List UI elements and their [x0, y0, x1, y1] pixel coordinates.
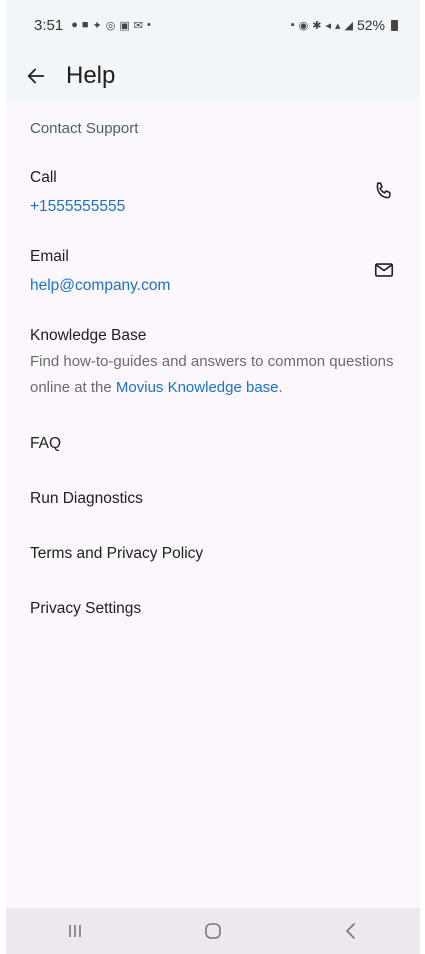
home-icon: [205, 923, 221, 939]
system-back-button[interactable]: [321, 908, 381, 954]
system-nav-bar: [6, 908, 420, 954]
chrome-notification-icon: ◎: [105, 19, 116, 32]
call-number[interactable]: +1555555555: [30, 198, 396, 216]
knowledge-base-description-end: .: [278, 379, 283, 396]
teams-notification-icon: ■: [81, 19, 89, 31]
page-title: Help: [66, 62, 116, 89]
app-notification-icon: ✦: [92, 19, 102, 32]
battery-percentage: 52%: [356, 17, 385, 33]
knowledge-base-link[interactable]: Movius Knowledge base: [116, 379, 279, 396]
status-time: 3:51: [34, 16, 64, 34]
status-right: ▪ ◉ ✱ ◂ ▴ ◢ 52%: [291, 17, 398, 33]
chevron-left-icon: [346, 923, 355, 939]
linkedin-notification-icon: ▣: [119, 19, 130, 32]
privacy-settings-item[interactable]: Privacy Settings: [30, 600, 141, 618]
status-left: 3:51 ● ■ ✦ ◎ ▣ ✉ •: [34, 17, 151, 34]
call-label: Call: [30, 169, 57, 186]
battery-icon: [391, 19, 398, 31]
home-button[interactable]: [183, 908, 243, 954]
app-bar: Help: [6, 50, 420, 102]
email-label: Email: [30, 248, 69, 265]
contact-support-header: Contact Support: [30, 120, 139, 137]
call-row[interactable]: Call +1555555555: [30, 169, 396, 216]
terms-privacy-policy-item[interactable]: Terms and Privacy Policy: [30, 545, 203, 563]
status-bar: 3:51 ● ■ ✦ ◎ ▣ ✉ • ▪ ◉ ✱ ◂ ▴ ◢ 52%: [6, 0, 420, 50]
knowledge-base-title: Knowledge Base: [30, 327, 147, 344]
screen: 3:51 ● ■ ✦ ◎ ▣ ✉ • ▪ ◉ ✱ ◂ ▴ ◢ 52% Help: [6, 0, 420, 954]
signal-icon: ◢: [344, 19, 353, 32]
mail-icon[interactable]: [372, 258, 396, 282]
faq-item[interactable]: FAQ: [30, 435, 61, 453]
bluetooth-icon: ✱: [312, 19, 322, 32]
email-row[interactable]: Email help@company.com: [30, 248, 396, 295]
arrow-left-icon: [27, 68, 45, 84]
phone-icon[interactable]: [372, 179, 396, 203]
run-diagnostics-item[interactable]: Run Diagnostics: [30, 490, 143, 508]
knowledge-base-row: Knowledge Base Find how-to-guides and an…: [30, 327, 396, 401]
email-address[interactable]: help@company.com: [30, 277, 396, 295]
alarm-icon: ◉: [298, 19, 309, 32]
chat-notification-icon: ●: [71, 19, 78, 31]
back-button[interactable]: [8, 50, 64, 102]
recent-apps-button[interactable]: [45, 908, 105, 954]
recent-apps-icon: [69, 925, 81, 937]
knowledge-base-description: Find how-to-guides and answers to common…: [30, 349, 396, 401]
mute-icon: ◂: [325, 19, 331, 32]
lte-icon: ▴: [334, 19, 341, 32]
lock-icon: ▪: [290, 19, 295, 31]
more-notifications-icon: •: [146, 19, 151, 31]
gmail-notification-icon: ✉: [133, 19, 143, 32]
